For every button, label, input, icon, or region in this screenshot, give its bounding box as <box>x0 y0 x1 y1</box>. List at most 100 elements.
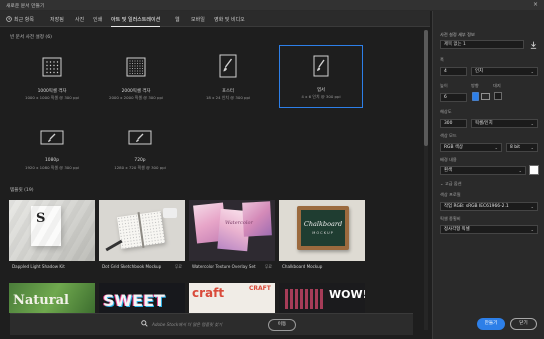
pixel-aspect-value: 정사각형 픽셀 <box>444 227 470 232</box>
tab-film-video[interactable]: 영화 및 비디오 <box>214 16 245 23</box>
save-preset-icon[interactable] <box>530 41 537 51</box>
search-go-button[interactable]: 이동 <box>268 319 296 331</box>
chalkboard-title: Chalkboard <box>303 220 343 228</box>
tab-label: 아트 및 일러스트레이션 <box>111 17 161 23</box>
color-mode-value: RGB 색상 <box>444 145 463 150</box>
unit-select-value: 인치 <box>475 69 484 74</box>
background-color-swatch[interactable] <box>529 165 539 175</box>
template-name: Chalkboard Mockup <box>282 264 323 269</box>
resolution-unit-select[interactable]: 픽셀/인치 ⌄ <box>471 119 538 128</box>
advanced-options-toggle[interactable]: ⌄ 고급 옵션 <box>440 181 462 187</box>
preset-name: 2000픽셀 격자 <box>121 89 151 94</box>
tab-mobile[interactable]: 모바일 <box>191 16 205 23</box>
color-mode-label: 색상 모드 <box>440 133 457 138</box>
templates-heading: 템플릿 (19) <box>10 188 34 193</box>
preset-1000px-grid[interactable]: 1000픽셀 격자 1000 x 1000 픽셀 @ 300 ppi <box>14 46 90 108</box>
craft-small-text: CRAFT <box>249 285 271 292</box>
color-profile-select[interactable]: 작업 RGB: sRGB IEC61966-2.1 ⌄ <box>440 202 538 211</box>
template-badge: 무료 <box>174 264 182 269</box>
template-thumbnail: Watercolor <box>189 200 275 261</box>
document-name-field[interactable]: 제목 없는 1 <box>440 40 524 49</box>
paintbrush-icon <box>313 55 329 79</box>
tab-recent[interactable]: 최근 항목 <box>6 16 34 24</box>
chevron-down-icon: ⌄ <box>518 168 522 173</box>
resolution-unit-value: 픽셀/인치 <box>475 121 493 126</box>
template-thumbnail: SWEET <box>99 283 185 313</box>
width-input[interactable]: 4 <box>440 67 467 76</box>
artboard-checkbox[interactable] <box>494 92 502 102</box>
paintbrush-icon <box>128 130 152 147</box>
window-close-button[interactable]: × <box>533 1 538 9</box>
create-button[interactable]: 만들기 <box>477 318 505 330</box>
bit-depth-select[interactable]: 8 bit ⌄ <box>506 143 538 152</box>
preset-1080p[interactable]: 1080p 1920 x 1080 픽셀 @ 300 ppi <box>14 120 90 182</box>
wow-text: WOW! <box>329 288 365 301</box>
landscape-orientation-icon[interactable] <box>481 93 490 102</box>
close-button[interactable]: 닫기 <box>510 318 537 330</box>
preset-postcard[interactable]: 엽서 4 x 6 인치 @ 300 ppi <box>279 45 363 108</box>
dense-grid-canvas-icon <box>126 57 146 79</box>
color-profile-label: 색상 프로필 <box>440 192 461 197</box>
background-select[interactable]: 흰색 ⌄ <box>440 166 526 175</box>
tab-photo[interactable]: 사진 <box>75 16 84 23</box>
preset-name: 포스터 <box>221 89 235 94</box>
presets-heading: 빈 문서 사전 설정 (6) <box>10 35 52 40</box>
search-icon <box>141 320 148 329</box>
watercolor-sheet-3 <box>242 201 272 237</box>
preset-size: 1920 x 1080 픽셀 @ 300 ppi <box>24 165 80 170</box>
resolution-input[interactable]: 300 <box>440 119 467 128</box>
paintbrush-icon <box>40 130 64 147</box>
paintbrush-icon <box>219 54 237 80</box>
resolution-label: 해상도 <box>440 109 452 114</box>
tab-web[interactable]: 웹 <box>175 16 180 23</box>
preset-size: 18 x 24 인치 @ 300 ppi <box>205 95 251 100</box>
portrait-orientation-icon[interactable] <box>472 92 479 103</box>
grid-canvas-icon <box>42 57 62 79</box>
stock-search-bar: Adobe Stock에서 더 많은 템플릿 찾기 이동 <box>10 313 413 335</box>
prop-shape <box>163 208 177 218</box>
template-thumbnail: Chalkboard MOCKUP <box>279 200 365 261</box>
artboard-label: 대지 <box>493 83 501 88</box>
tab-saved[interactable]: 저장됨 <box>50 16 64 23</box>
preset-name: 엽서 <box>316 88 326 93</box>
chevron-down-icon: ⌄ <box>530 227 534 232</box>
preset-720p[interactable]: 720p 1280 x 720 픽셀 @ 300 ppi <box>102 120 178 182</box>
preset-size: 1000 x 1000 픽셀 @ 300 ppi <box>24 95 80 100</box>
window-title: 새로운 문서 만들기 <box>6 4 45 9</box>
preset-size: 4 x 6 인치 @ 300 ppi <box>301 94 341 99</box>
preset-details-panel: 사전 설정 세부 정보 제목 없는 1 폭 4 인치 ⌄ 높이 방향 대지 6 … <box>432 11 544 339</box>
height-label: 높이 <box>440 83 448 88</box>
preset-2000px-grid[interactable]: 2000픽셀 격자 2000 x 2000 픽셀 @ 300 ppi <box>98 46 174 108</box>
template-thumbnail: Natural <box>9 283 95 313</box>
shadow-overlay <box>9 200 95 261</box>
chalkboard-subtitle: MOCKUP <box>312 231 334 235</box>
craft-text: craft <box>192 286 225 300</box>
preset-size: 1280 x 720 픽셀 @ 300 ppi <box>114 165 166 170</box>
stock-search-input[interactable]: Adobe Stock에서 더 많은 템플릿 찾기 <box>152 322 222 328</box>
pixel-aspect-label: 픽셀 종횡비 <box>440 216 461 221</box>
chevron-down-icon: ⌄ <box>530 69 534 74</box>
template-badge: 무료 <box>264 264 272 269</box>
chevron-down-icon: ⌄ <box>494 145 498 150</box>
color-mode-select[interactable]: RGB 색상 ⌄ <box>440 143 502 152</box>
template-name: Watercolor Texture Overlay Set <box>192 264 256 269</box>
preset-poster[interactable]: 포스터 18 x 24 인치 @ 300 ppi <box>190 46 266 108</box>
preset-name: 1080p <box>45 158 59 163</box>
tab-print[interactable]: 인쇄 <box>93 16 102 23</box>
clock-icon <box>6 16 12 24</box>
preset-name: 720p <box>134 158 146 163</box>
category-tabs: 최근 항목 저장됨 사진 인쇄 아트 및 일러스트레이션 웹 모바일 영화 및 … <box>0 11 430 27</box>
unit-select[interactable]: 인치 ⌄ <box>471 67 538 76</box>
watercolor-caption: Watercolor <box>225 220 253 226</box>
advanced-options-label: 고급 옵션 <box>444 181 462 186</box>
background-value: 흰색 <box>444 168 453 173</box>
tab-art-illustration[interactable]: 아트 및 일러스트레이션 <box>111 16 161 27</box>
natural-text: Natural <box>13 293 69 308</box>
template-name: Dappled Light Shadow Kit <box>12 264 65 269</box>
orientation-label: 방향 <box>471 83 479 88</box>
active-tab-underline <box>111 25 161 27</box>
scrollbar-thumb[interactable] <box>424 30 428 146</box>
details-section-title: 사전 설정 세부 정보 <box>440 32 475 37</box>
pixel-aspect-select[interactable]: 정사각형 픽셀 ⌄ <box>440 225 538 234</box>
height-input[interactable]: 6 <box>440 93 467 102</box>
